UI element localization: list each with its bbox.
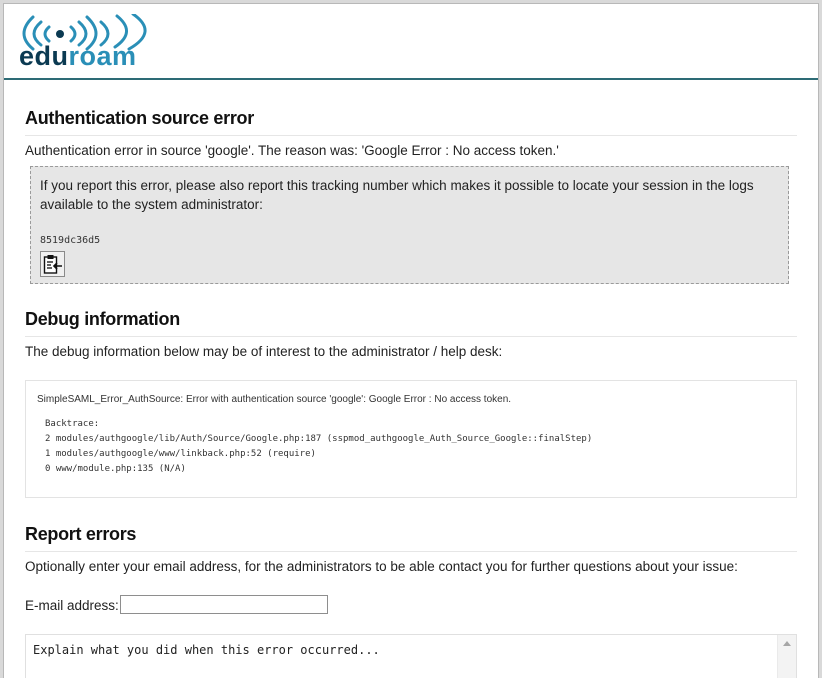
eduroam-logo[interactable]: eduroam <box>19 14 164 72</box>
debug-box: SimpleSAML_Error_AuthSource: Error with … <box>25 380 797 498</box>
logo-wordmark: eduroam <box>19 41 137 71</box>
description-textarea[interactable] <box>26 635 778 678</box>
site-header: eduroam <box>4 4 818 80</box>
textarea-scrollbar[interactable] <box>777 635 796 678</box>
description-box <box>25 634 797 678</box>
email-input[interactable] <box>120 595 328 614</box>
debug-error-line: SimpleSAML_Error_AuthSource: Error with … <box>37 394 512 405</box>
tracking-number[interactable]: 8519dc36d5 <box>40 235 100 246</box>
scroll-up-arrow-icon[interactable] <box>783 641 791 646</box>
debug-heading: Debug information <box>25 309 797 337</box>
debug-backtrace: Backtrace: 2 modules/authgoogle/lib/Auth… <box>45 419 593 474</box>
logo-text-roam: roam <box>68 41 137 71</box>
report-intro: Optionally enter your email address, for… <box>25 559 738 574</box>
copy-tracking-button[interactable] <box>40 251 65 277</box>
auth-error-message: Authentication error in source 'google'.… <box>25 143 559 158</box>
clipboard-copy-icon <box>43 255 62 274</box>
auth-error-heading: Authentication source error <box>25 108 797 136</box>
report-heading: Report errors <box>25 524 797 552</box>
debug-intro: The debug information below may be of in… <box>25 344 503 359</box>
tracking-text: If you report this error, please also re… <box>40 178 754 212</box>
tracking-box: If you report this error, please also re… <box>30 166 789 284</box>
logo-text-edu: edu <box>19 41 69 71</box>
email-label: E-mail address: <box>25 598 119 613</box>
browser-window: eduroam Authentication source error Auth… <box>3 3 819 678</box>
